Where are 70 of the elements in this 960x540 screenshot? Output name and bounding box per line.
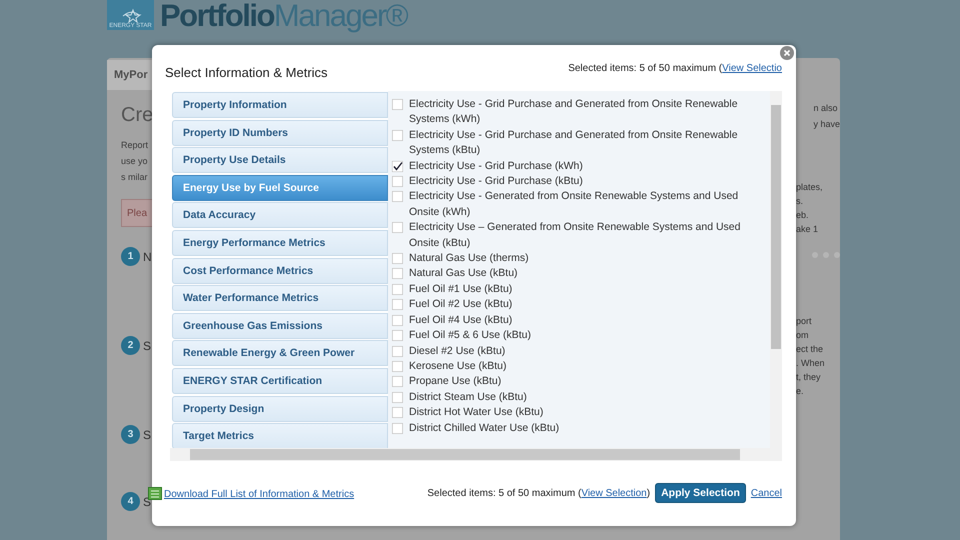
metric-label: Kerosene Use (kBtu) — [409, 358, 506, 374]
metric-label: Diesel #2 Use (kBtu) — [409, 344, 506, 358]
metric-label: Fuel Oil #1 Use (kBtu) — [409, 282, 512, 297]
vertical-scrollbar[interactable] — [770, 91, 782, 448]
step-description: s. — [796, 195, 804, 208]
pager-dots-icon — [812, 252, 840, 258]
step-number: 4 — [121, 492, 140, 511]
category-tab[interactable]: Cost Performance Metrics — [172, 258, 388, 284]
view-selection-link[interactable]: View Selection — [581, 488, 647, 498]
category-tab[interactable]: Renewable Energy & Green Power — [172, 340, 388, 366]
intro-text: Report — [121, 139, 148, 152]
category-tab[interactable]: Water Performance Metrics — [172, 285, 388, 312]
category-tab[interactable]: Property Information — [172, 92, 388, 118]
step-description: om — [796, 329, 809, 342]
step-description: eb. — [796, 209, 809, 222]
view-selection-link[interactable]: View Selectio — [722, 63, 782, 74]
intro-text: s milar — [121, 171, 148, 184]
download-link[interactable]: Download Full List of Information & Metrics — [164, 488, 354, 500]
metric-label: Electricity Use - Grid Purchase (kBtu) — [409, 174, 583, 190]
step-description: ect the — [796, 343, 824, 356]
intro-text: n also — [813, 102, 838, 115]
step-description: t, they — [796, 371, 821, 384]
close-icon[interactable] — [780, 46, 794, 60]
metric-label: Electricity Use - Grid Purchase and Generated from Onsite Renewable Systems (kWh) — [409, 97, 739, 128]
metric-label: District Hot Water Use (kBtu) — [409, 405, 544, 420]
metric-label: District Steam Use (kBtu) — [409, 390, 527, 405]
metric-label: Fuel Oil #4 Use (kBtu) — [409, 312, 512, 328]
selection-count: Selected items: 5 of 50 maximum ( — [427, 488, 582, 498]
metric-label: Fuel Oil #5 & 6 Use (kBtu) — [409, 328, 531, 344]
nav-tab[interactable]: MyPor — [107, 60, 152, 90]
metric-label: Propane Use (kBtu) — [409, 374, 502, 390]
category-tab[interactable]: Target Metrics — [172, 423, 388, 448]
category-tab[interactable]: Property ID Numbers — [172, 120, 388, 146]
horizontal-scrollbar[interactable] — [170, 448, 782, 461]
metric-label: District Chilled Water Use (kBtu) — [409, 420, 560, 436]
category-tab[interactable]: Greenhouse Gas Emissions — [172, 312, 388, 339]
category-tab[interactable]: Property Design — [172, 396, 388, 422]
spreadsheet-icon — [148, 486, 162, 500]
step-description: ake 1 — [796, 223, 818, 236]
checkbox[interactable] — [392, 160, 403, 172]
page-heading: Cre — [121, 104, 154, 127]
metric-label: Electricity Use - Generated from Onsite Renewable Systems and Used Onsite (kWh) — [409, 189, 740, 220]
category-tab[interactable]: Property Use Details — [172, 147, 388, 174]
step-number: 1 — [121, 247, 140, 266]
metric-label: Natural Gas Use (kBtu) — [409, 266, 518, 282]
cancel-link[interactable]: Cancel — [750, 488, 782, 498]
metric-label: Electricity Use - Grid Purchase (kWh) — [409, 158, 583, 174]
dialog-title: Select Information & Metrics — [165, 65, 328, 80]
closing-parenthesis: ) — [646, 488, 650, 498]
step-title: S — [143, 338, 152, 352]
step-title: N — [143, 250, 152, 264]
metric-label: Natural Gas Use (therms) — [409, 251, 529, 266]
apply-selection-button[interactable]: Apply Selection — [655, 483, 746, 503]
step-description: plates, — [796, 181, 823, 194]
step-title: S — [143, 428, 152, 442]
category-tab[interactable]: Energy Performance Metrics — [172, 230, 388, 256]
step-description: port — [796, 315, 812, 328]
step-number: 3 — [121, 425, 140, 444]
intro-text: y have — [813, 118, 840, 131]
selection-count: Selected items: 5 of 50 maximum ( — [568, 63, 722, 74]
alert-message: Plea — [121, 199, 152, 227]
metric-label: Electricity Use - Grid Purchase and Generated from Onsite Renewable Systems (kBtu) — [409, 128, 739, 158]
step-description: . When — [796, 357, 825, 370]
category-tab[interactable]: ENERGY STAR Certification — [172, 368, 388, 394]
step-description: e. — [796, 385, 804, 398]
metric-label: Fuel Oil #2 Use (kBtu) — [409, 297, 512, 312]
category-tab[interactable]: Data Accuracy — [172, 202, 388, 228]
intro-text: use yo — [121, 155, 148, 168]
step-number: 2 — [121, 336, 140, 355]
metric-label: Electricity Use – Generated from Onsite Renewable Systems and Used Onsite (kBtu) — [409, 220, 742, 251]
